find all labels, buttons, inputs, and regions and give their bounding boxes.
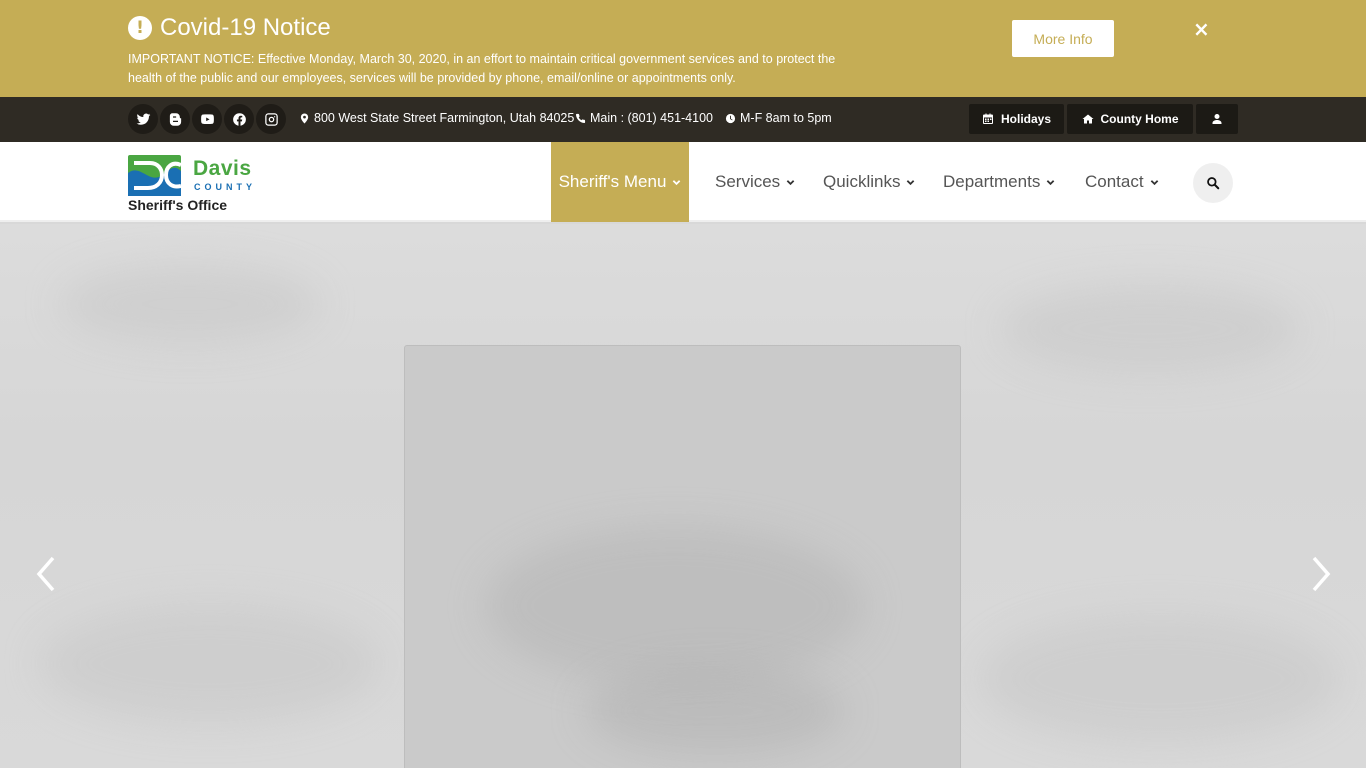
chevron-down-icon	[1150, 179, 1158, 185]
home-icon	[1082, 114, 1093, 124]
county-home-button[interactable]: County Home	[1067, 104, 1193, 134]
chevron-down-icon	[1047, 179, 1055, 185]
holidays-button[interactable]: Holidays	[969, 104, 1064, 134]
notice-title: Covid-19 Notice	[160, 14, 331, 41]
social-links	[128, 104, 288, 134]
notice-title-row: ! Covid-19 Notice	[128, 14, 331, 42]
facebook-icon[interactable]	[224, 104, 254, 134]
chevron-left-icon	[36, 556, 55, 592]
user-icon	[1212, 114, 1222, 124]
hours-info: M-F 8am to 5pm	[725, 111, 832, 125]
calendar-icon	[982, 113, 993, 124]
address-info: 800 West State Street Farmington, Utah 8…	[299, 111, 574, 125]
nav-item-services[interactable]: Services	[715, 142, 795, 222]
exclamation-circle-icon: !	[128, 16, 152, 40]
notice-text: IMPORTANT NOTICE: Effective Monday, Marc…	[128, 52, 836, 85]
close-icon[interactable]: ×	[1193, 17, 1210, 41]
background-blur	[60, 264, 320, 344]
address-text: 800 West State Street Farmington, Utah 8…	[314, 111, 575, 125]
nav-item-label: Sheriff's Menu	[558, 172, 667, 191]
slide-image-blur	[485, 526, 865, 686]
nav-item-quicklinks[interactable]: Quicklinks	[823, 142, 915, 222]
background-blur	[1000, 284, 1300, 374]
phone-text[interactable]: Main : (801) 451-4100	[590, 111, 713, 125]
logo-mark-icon	[128, 155, 181, 196]
top-info-bar: 800 West State Street Farmington, Utah 8…	[0, 97, 1366, 142]
nav-item-departments[interactable]: Departments	[943, 142, 1055, 222]
background-blur	[980, 614, 1340, 744]
background-blur	[40, 604, 380, 724]
logo-name: Davis	[193, 157, 252, 180]
main-navbar: Davis COUNTY Sheriff's Office Sheriff's …	[0, 142, 1366, 222]
hero-slider	[0, 224, 1366, 768]
county-home-label: County Home	[1100, 112, 1179, 126]
blogger-icon[interactable]	[160, 104, 190, 134]
search-icon	[1207, 177, 1220, 190]
chevron-down-icon	[907, 179, 915, 185]
logo-subtitle: Sheriff's Office	[128, 197, 228, 213]
user-account-button[interactable]	[1196, 104, 1238, 134]
slide-image-frame	[404, 345, 961, 768]
nav-item-label: Departments	[943, 172, 1041, 191]
slide-image-blur	[585, 666, 845, 756]
more-info-button[interactable]: More Info	[1012, 20, 1114, 57]
nav-item-label: Quicklinks	[823, 172, 901, 191]
instagram-icon[interactable]	[256, 104, 286, 134]
chevron-down-icon	[786, 179, 795, 185]
nav-item-label: Services	[715, 172, 781, 191]
holidays-label: Holidays	[1000, 112, 1051, 126]
covid-notice-banner: ! Covid-19 Notice IMPORTANT NOTICE: Effe…	[0, 0, 1366, 97]
logo-county: COUNTY	[194, 182, 256, 192]
search-button[interactable]	[1193, 163, 1233, 203]
chevron-down-icon	[673, 179, 681, 185]
chevron-right-icon	[1312, 556, 1331, 592]
next-slide-arrow[interactable]	[1308, 554, 1334, 594]
twitter-icon[interactable]	[128, 104, 158, 134]
previous-slide-arrow[interactable]	[33, 554, 59, 594]
phone-icon	[575, 113, 586, 123]
nav-item-label: Contact	[1085, 172, 1144, 191]
nav-item-contact[interactable]: Contact	[1085, 142, 1159, 222]
nav-item-sheriffs-menu[interactable]: Sheriff's Menu	[551, 142, 689, 222]
map-marker-icon	[300, 112, 309, 124]
youtube-icon[interactable]	[192, 104, 222, 134]
phone-info: Main : (801) 451-4100	[575, 111, 713, 125]
clock-icon	[725, 113, 736, 123]
davis-county-logo[interactable]: Davis COUNTY Sheriff's Office	[128, 155, 278, 215]
hours-text: M-F 8am to 5pm	[740, 111, 832, 125]
